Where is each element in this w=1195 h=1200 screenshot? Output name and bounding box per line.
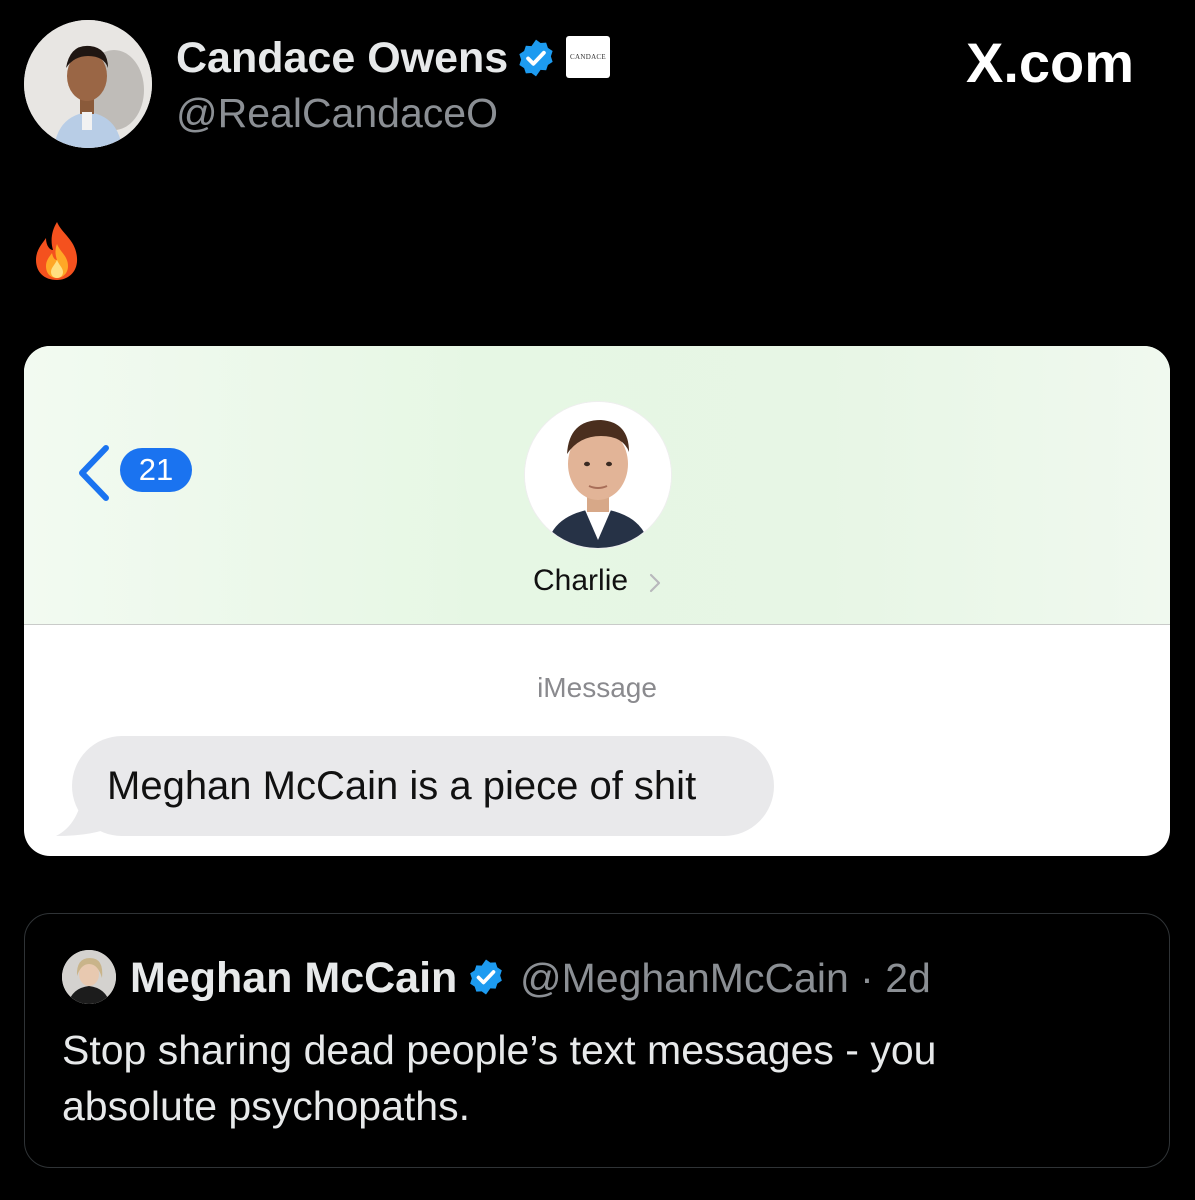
contact-avatar[interactable] [525, 402, 671, 548]
fire-emoji-icon [32, 220, 82, 282]
back-chevron-icon[interactable] [72, 442, 116, 504]
message-text: Meghan McCain is a piece of shit [107, 764, 697, 808]
author-handle[interactable]: @RealCandaceO [176, 90, 498, 137]
quoted-text-line: absolute psychopaths. [62, 1083, 470, 1129]
message-screenshot-card[interactable]: 21 Charlie iMessage Meghan McCain is a p… [24, 346, 1170, 856]
quoted-post-text: Stop sharing dead people’s text messages… [62, 1022, 1122, 1134]
affiliation-badge-text: CANDACE [570, 53, 606, 61]
service-label: iMessage [537, 672, 657, 703]
brand-wordmark: X.com [966, 31, 1135, 94]
author-name[interactable]: Candace Owens [176, 34, 508, 83]
verified-badge-icon [466, 957, 506, 997]
quoted-handle-timestamp[interactable]: @MeghanMcCain · 2d [520, 955, 931, 1002]
unread-count-badge[interactable]: 21 [120, 448, 192, 492]
contact-name[interactable]: Charlie [533, 564, 628, 598]
verified-badge-icon [515, 37, 557, 79]
quoted-author-avatar[interactable] [62, 950, 116, 1004]
quoted-text-line: Stop sharing dead people’s text messages… [62, 1027, 937, 1073]
chevron-right-icon[interactable] [648, 572, 662, 594]
unread-count: 21 [138, 452, 174, 487]
author-avatar[interactable] [24, 20, 152, 148]
quoted-author-name[interactable]: Meghan McCain [130, 954, 457, 1003]
affiliation-badge[interactable]: CANDACE [566, 36, 610, 78]
